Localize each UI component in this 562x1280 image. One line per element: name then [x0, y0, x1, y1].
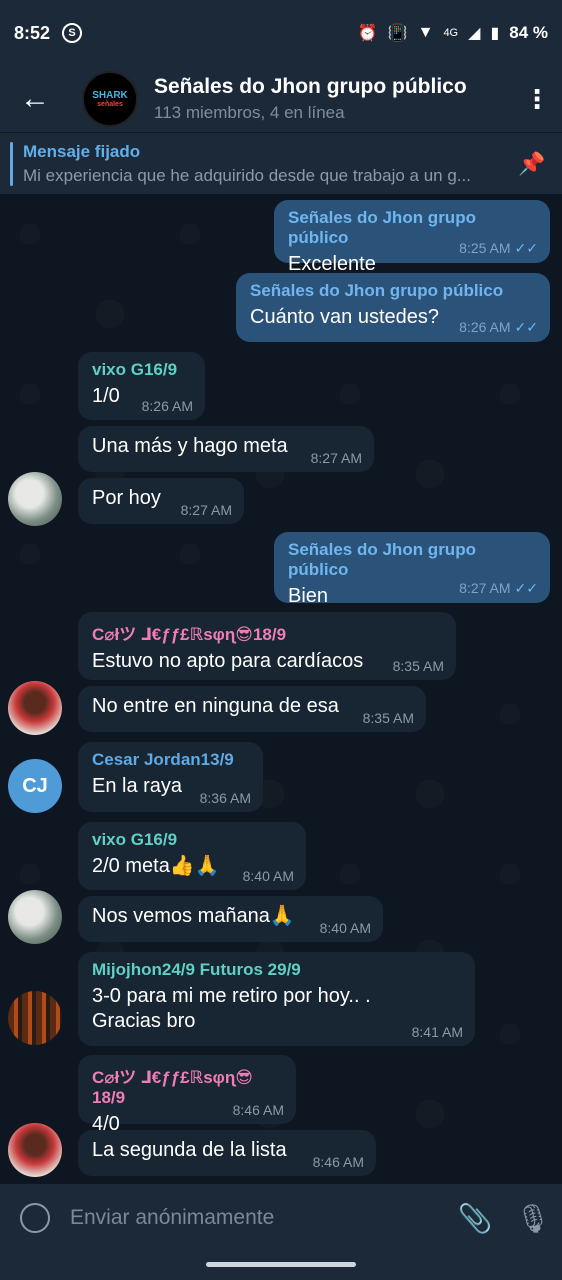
sender-avatar[interactable] [8, 890, 62, 944]
message-bubble[interactable]: Por hoy 8:27 AM [78, 478, 244, 524]
message-time: 8:46 AM [312, 1154, 364, 1170]
vibrate-icon: 📳 [387, 25, 408, 42]
status-icons: ⏰ 📳 ▼ 4G ◢ ▮ 84 % [358, 23, 548, 43]
avatar-logo-text: SHARK [92, 90, 128, 101]
message-bubble[interactable]: C⌀łツ ⅃€ƒƒ£ℝѕφɳ😎18/9 4/0 8:46 AM [78, 1055, 296, 1135]
message-time: 8:40 AM [242, 868, 294, 884]
status-bar: 8:52 S ⏰ 📳 ▼ 4G ◢ ▮ 84 % [0, 0, 562, 66]
chat-subtitle: 113 miembros, 4 en línea [154, 103, 345, 122]
group-avatar[interactable]: SHARK señales [82, 71, 138, 127]
message-sender: Mijojhon24/9 Futuros 29/9 [92, 960, 301, 979]
message-input[interactable] [70, 1206, 446, 1230]
app-notification-icon: S [62, 23, 83, 43]
message-list[interactable]: Señales do Jhon grupo público Excelente … [0, 194, 562, 1184]
message-time: 8:27 AM [459, 580, 511, 596]
message-bubble[interactable]: Cesar Jordan13/9 En la raya 8:36 AM [78, 742, 263, 812]
message-time: 8:25 AM [459, 240, 511, 256]
pinned-list-icon[interactable]: 📌 [502, 151, 562, 177]
message-text: Estuvo no apto para cardíacos [92, 650, 364, 672]
message-bubble[interactable]: Señales do Jhon grupo público Bien 8:27 … [274, 532, 550, 607]
more-options-icon[interactable]: ⋮ [512, 66, 562, 132]
pinned-indicator [10, 141, 13, 186]
message-time: 8:40 AM [319, 920, 371, 936]
signal-icon: ◢ [468, 25, 481, 42]
back-arrow-icon[interactable]: ← [0, 66, 70, 132]
message-time: 8:35 AM [392, 658, 444, 674]
sender-avatar[interactable] [8, 681, 62, 735]
message-time: 8:26 AM [141, 398, 193, 414]
battery-icon: ▮ [490, 25, 500, 42]
message-text: 3-0 para mi me retiro por hoy.. . Gracia… [92, 985, 371, 1032]
read-check-icon: ✓✓ [514, 580, 538, 596]
message-sender: Cesar Jordan13/9 [92, 750, 234, 769]
message-bubble[interactable]: C⌀łツ ⅃€ƒƒ£ℝѕφɳ😎18/9 Estuvo no apto para … [78, 612, 456, 680]
message-sender: C⌀łツ ⅃€ƒƒ£ℝѕφɳ😎18/9 [92, 625, 287, 644]
message-bubble[interactable]: vixo G16/9 2/0 meta👍🙏 8:40 AM [78, 822, 306, 890]
chat-title: Señales do Jhon grupo público [154, 75, 467, 98]
message-time: 8:26 AM [459, 319, 511, 335]
sender-avatar[interactable] [8, 472, 62, 526]
wifi-icon: ▼ [417, 24, 434, 41]
pinned-preview: Mi experiencia que he adquirido desde qu… [23, 165, 471, 185]
chat-header: ← SHARK señales Señales do Jhon grupo pú… [0, 66, 562, 132]
message-bubble[interactable]: Señales do Jhon grupo público Cuánto van… [236, 273, 550, 342]
message-bubble[interactable]: Señales do Jhon grupo público Excelente … [274, 200, 550, 275]
message-time: 8:35 AM [362, 710, 414, 726]
home-gesture-pill[interactable] [206, 1262, 356, 1267]
pinned-label: Mensaje fijado [23, 141, 141, 161]
battery-level: 84 % [509, 23, 548, 42]
emoji-button[interactable] [0, 1203, 70, 1233]
message-sender: Señales do Jhon grupo público [250, 281, 504, 300]
message-bubble[interactable]: No entre en ninguna de esa 8:35 AM [78, 686, 426, 732]
message-bubble[interactable]: La segunda de la lista 8:46 AM [78, 1130, 376, 1176]
message-bubble[interactable]: Mijojhon24/9 Futuros 29/9 3-0 para mi me… [78, 952, 475, 1046]
attach-icon[interactable]: 📎 [446, 1202, 504, 1235]
message-sender: vixo G16/9 [92, 360, 178, 379]
message-time: 8:46 AM [232, 1102, 284, 1118]
message-bubble[interactable]: Una más y hago meta 8:27 AM [78, 426, 374, 472]
sender-avatar[interactable]: CJ [8, 759, 62, 813]
microphone-icon[interactable]: 🎙 [504, 1202, 562, 1235]
network-type: 4G [443, 27, 459, 39]
read-check-icon: ✓✓ [514, 240, 538, 256]
chat-info[interactable]: Señales do Jhon grupo público 113 miembr… [154, 75, 512, 123]
message-time: 8:27 AM [180, 502, 232, 518]
message-time: 8:36 AM [199, 790, 251, 806]
sender-avatar[interactable] [8, 1123, 62, 1177]
message-sender: Señales do Jhon grupo público [288, 540, 476, 579]
message-sender: vixo G16/9 [92, 830, 178, 849]
system-nav-bar [0, 1252, 562, 1280]
message-bubble[interactable]: Nos vemos mañana🙏 8:40 AM [78, 896, 383, 942]
clock: 8:52 [14, 22, 51, 43]
smiley-icon [20, 1203, 50, 1233]
message-time: 8:41 AM [411, 1024, 463, 1040]
message-time: 8:27 AM [310, 450, 362, 466]
avatar-logo-subtext: señales [97, 101, 123, 108]
read-check-icon: ✓✓ [514, 319, 538, 335]
sender-avatar[interactable] [8, 991, 62, 1045]
alarm-icon: ⏰ [357, 25, 378, 42]
pinned-message-bar[interactable]: Mensaje fijado Mi experiencia que he adq… [0, 132, 562, 194]
message-composer: 📎 🎙 [0, 1184, 562, 1252]
message-bubble[interactable]: vixo G16/9 1/0 8:26 AM [78, 352, 205, 420]
